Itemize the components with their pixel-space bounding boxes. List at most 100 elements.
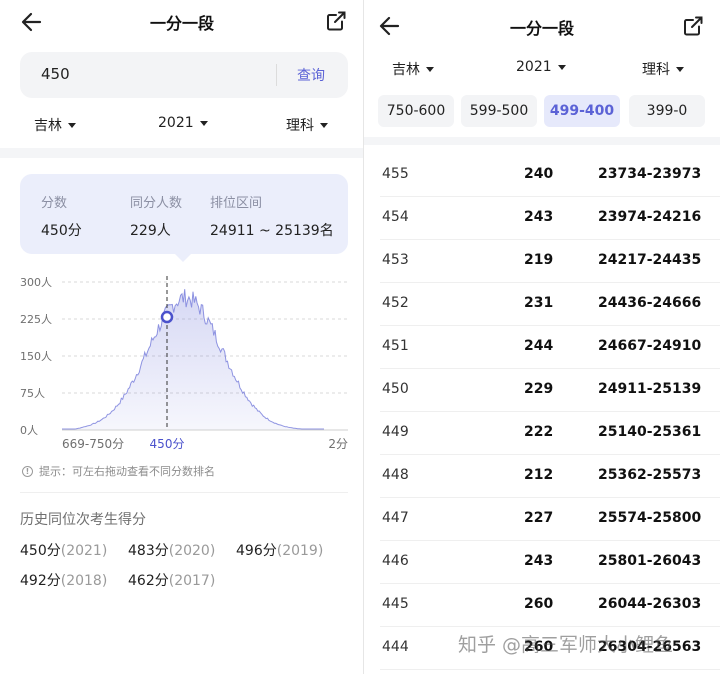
x-label-marker: 450分: [150, 437, 185, 451]
back-arrow-icon[interactable]: [18, 8, 46, 36]
history-item: 496分(2019): [236, 540, 323, 560]
history-item: 492分(2018): [20, 570, 107, 590]
count-stat: 同分人数 229人: [130, 192, 182, 240]
watermark: 知乎 @高三军师大小鲤鱼: [458, 634, 674, 656]
province-dropdown[interactable]: 吉林: [34, 115, 76, 135]
share-icon[interactable]: [681, 14, 705, 38]
caret-down-icon: [68, 122, 76, 128]
page-title: 一分一段: [149, 14, 214, 33]
row-count: 227: [524, 510, 554, 526]
row-count: 222: [524, 424, 554, 440]
right-panel: 一分一段 吉林 2021 理科 750-600 599-500 499-400 …: [364, 0, 720, 674]
subject-dropdown[interactable]: 理科: [642, 59, 684, 79]
row-rank-range: 23974-24216: [598, 209, 702, 225]
rank-stat: 排位区间 24911 ~ 25139名: [210, 192, 334, 240]
table-row: 446 243 25801-26043: [380, 541, 720, 584]
selected-point[interactable]: [160, 310, 174, 324]
rank-value: 24911 ~ 25139名: [210, 223, 334, 239]
year-value: 2021: [158, 115, 194, 131]
tab-399-0[interactable]: 399-0: [629, 95, 705, 127]
table-row: 449 222 25140-25361: [380, 412, 720, 455]
history-score: 462分: [128, 573, 169, 589]
subject-dropdown[interactable]: 理科: [286, 115, 328, 135]
y-tick-label: 150人: [20, 350, 52, 363]
history-year: (2019): [276, 543, 324, 559]
score-distribution-chart[interactable]: 300人 225人 150人 75人 0人 669-750分 450分 2分: [0, 264, 364, 454]
province-dropdown[interactable]: 吉林: [392, 59, 434, 79]
y-tick-label: 0人: [20, 424, 38, 437]
history-item: 450分(2021): [20, 540, 107, 560]
table-row: 455 240 23734-23973: [380, 154, 720, 197]
row-rank-range: 24667-24910: [598, 338, 702, 354]
history-item: 483分(2020): [128, 540, 215, 560]
table-row: 447 227 25574-25800: [380, 498, 720, 541]
score-stat-card: 分数 450分 同分人数 229人 排位区间 24911 ~ 25139名: [20, 174, 348, 262]
history-score: 496分: [236, 543, 277, 559]
x-label-left: 669-750分: [62, 437, 124, 451]
row-count: 243: [524, 553, 554, 569]
row-rank-range: 25574-25800: [598, 510, 702, 526]
history-title: 历史同位次考生得分: [20, 512, 146, 528]
history-score: 450分: [20, 543, 61, 559]
subject-value: 理科: [286, 118, 314, 134]
count-label: 同分人数: [130, 196, 183, 211]
y-tick-label: 300人: [20, 276, 52, 289]
history-year: (2018): [60, 573, 108, 589]
row-rank-range: 25140-25361: [598, 424, 702, 440]
row-score: 455: [382, 166, 409, 182]
history-score: 492分: [20, 573, 61, 589]
caret-down-icon: [426, 66, 434, 72]
caret-down-icon: [320, 122, 328, 128]
left-header: 一分一段: [0, 0, 364, 44]
year-dropdown[interactable]: 2021: [158, 115, 208, 131]
y-tick-label: 225人: [20, 313, 52, 326]
row-score: 454: [382, 209, 409, 225]
row-count: 260: [524, 596, 554, 612]
section-divider: [0, 148, 364, 158]
tab-599-500[interactable]: 599-500: [461, 95, 537, 127]
score-search-input[interactable]: 450: [41, 65, 70, 83]
table-row: 453 219 24217-24435: [380, 240, 720, 283]
drag-tip: ! 提示：可左右拖动查看不同分数排名: [22, 463, 215, 479]
row-score: 448: [382, 467, 409, 483]
score-stat: 分数 450分: [41, 192, 82, 240]
history-item: 462分(2017): [128, 570, 215, 590]
row-score: 446: [382, 553, 409, 569]
table-row: 454 243 23974-24216: [380, 197, 720, 240]
subject-value: 理科: [642, 62, 670, 78]
row-count: 212: [524, 467, 554, 483]
share-icon[interactable]: [324, 9, 348, 33]
row-count: 231: [524, 295, 554, 311]
history-year: (2017): [168, 573, 216, 589]
table-row: 450 229 24911-25139: [380, 369, 720, 412]
back-arrow-icon[interactable]: [376, 12, 404, 40]
year-value: 2021: [516, 59, 552, 75]
row-score: 452: [382, 295, 409, 311]
search-divider: [276, 64, 277, 86]
score-value: 450分: [41, 223, 82, 239]
score-label: 分数: [41, 196, 68, 211]
row-rank-range: 24436-24666: [598, 295, 702, 311]
section-divider: [364, 137, 720, 145]
row-score: 453: [382, 252, 409, 268]
info-icon: !: [22, 465, 33, 477]
tab-750-600[interactable]: 750-600: [378, 95, 454, 127]
year-dropdown[interactable]: 2021: [516, 59, 566, 75]
row-rank-range: 26044-26303: [598, 596, 702, 612]
row-count: 229: [524, 381, 554, 397]
query-button[interactable]: 查询: [297, 65, 325, 85]
tab-499-400[interactable]: 499-400: [544, 95, 620, 127]
row-count: 244: [524, 338, 554, 354]
row-score: 445: [382, 596, 409, 612]
row-rank-range: 25801-26043: [598, 553, 702, 569]
count-value: 229人: [130, 223, 171, 239]
history-score: 483分: [128, 543, 169, 559]
table-row: 451 244 24667-24910: [380, 326, 720, 369]
page-title: 一分一段: [509, 19, 574, 38]
row-score: 450: [382, 381, 409, 397]
divider: [20, 492, 348, 493]
rank-label: 排位区间: [210, 196, 263, 211]
row-score: 444: [382, 639, 409, 655]
row-score: 449: [382, 424, 409, 440]
tip-text: 提示：可左右拖动查看不同分数排名: [39, 465, 215, 478]
